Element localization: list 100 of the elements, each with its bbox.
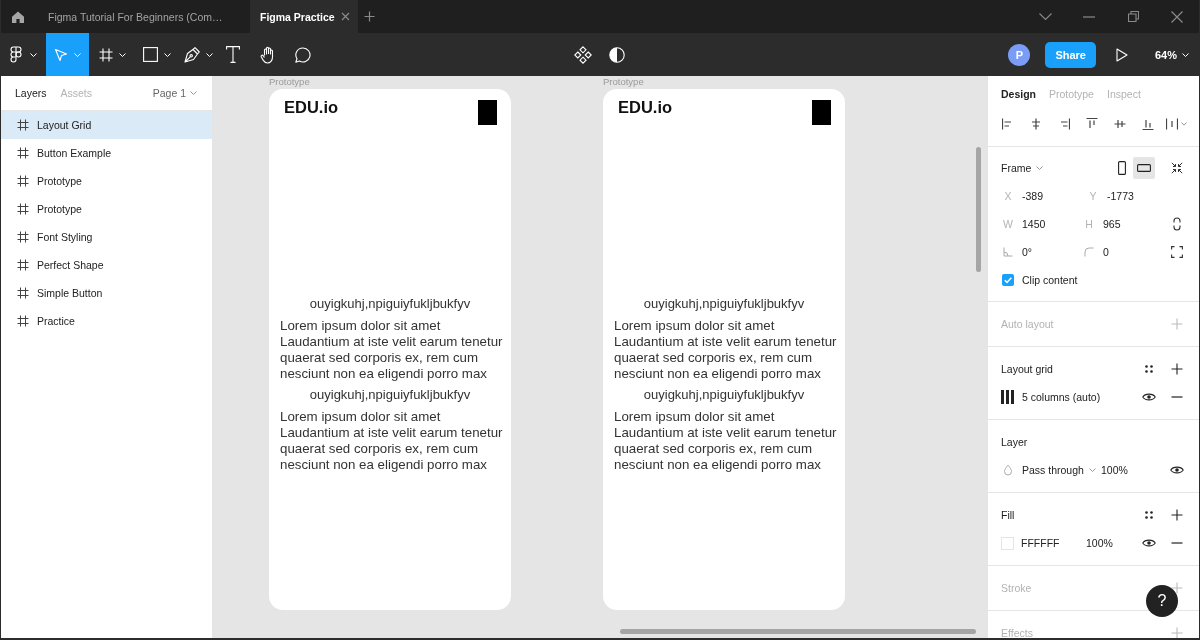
align-top-icon[interactable] [1086, 118, 1098, 130]
section-title: Layer [1001, 436, 1028, 448]
align-bottom-icon[interactable] [1142, 118, 1154, 130]
distribute-icon[interactable] [1165, 118, 1178, 130]
close-icon[interactable] [1171, 10, 1183, 23]
section-title: Layout grid [1001, 363, 1053, 375]
add-icon[interactable] [1171, 509, 1183, 521]
add-icon[interactable] [1171, 363, 1183, 375]
field-label: X [1003, 190, 1013, 202]
styles-icon[interactable] [1145, 511, 1153, 519]
page-dropdown[interactable]: Page 1 [152, 87, 197, 99]
columns-icon[interactable] [1001, 390, 1014, 404]
checkbox-label: Clip content [1022, 274, 1078, 286]
layer-item[interactable]: Layout Grid [1, 111, 212, 139]
caret-icon [190, 91, 197, 95]
number-field[interactable]: 965 [1103, 218, 1153, 230]
chevron-down-icon[interactable] [1038, 13, 1052, 20]
number-field[interactable]: -1773 [1107, 190, 1157, 202]
logo-text: EDU.io [284, 97, 339, 117]
resize-to-fit-icon[interactable] [1171, 162, 1183, 174]
frame-icon [17, 119, 29, 131]
heading-text: ouyigkuhj,npiguiyfukljbukfyv [308, 296, 472, 312]
layer-item[interactable]: Prototype [1, 167, 212, 195]
opacity-field[interactable]: 100% [1101, 464, 1128, 476]
layer-item[interactable]: Perfect Shape [1, 251, 212, 279]
layer-item[interactable]: Practice [1, 307, 212, 335]
minimize-icon[interactable] [1083, 15, 1095, 18]
layer-item[interactable]: Simple Button [1, 279, 212, 307]
panel-tab[interactable]: Layers [15, 87, 47, 99]
play-icon[interactable] [1115, 47, 1128, 62]
frame-icon [17, 287, 29, 299]
layer-item[interactable]: Font Styling [1, 223, 212, 251]
styles-icon[interactable] [1145, 365, 1153, 373]
home-icon[interactable] [11, 9, 25, 24]
logo-icon [10, 45, 22, 64]
section-title: Auto layout [1001, 318, 1054, 330]
align-center-icon[interactable] [1030, 118, 1042, 130]
contrast-icon[interactable] [609, 46, 625, 63]
field-label: W [1002, 218, 1014, 230]
layer-item[interactable]: Prototype [1, 195, 212, 223]
caret-icon [1036, 166, 1044, 170]
caret-icon[interactable] [1180, 122, 1187, 126]
rectangle-shape [478, 100, 497, 125]
help-button[interactable]: ? [1146, 585, 1178, 617]
corners-icon[interactable] [1171, 246, 1183, 258]
corner-radius-icon [1084, 247, 1094, 257]
rectangle-shape [812, 100, 831, 125]
number-field[interactable]: -389 [1022, 190, 1072, 202]
file-tab[interactable]: Figma Tutorial For Beginners (Com… [37, 0, 250, 33]
grid-label[interactable]: 5 columns (auto) [1022, 391, 1101, 403]
drop-icon [1003, 464, 1013, 476]
blend-mode-dropdown[interactable]: Pass through [1022, 464, 1101, 476]
horizontal-scrollbar[interactable] [620, 629, 976, 634]
frame-icon [17, 259, 29, 271]
angle-icon [1003, 247, 1013, 257]
opacity-field[interactable]: 100% [1086, 537, 1113, 549]
align-right-icon[interactable] [1058, 118, 1070, 130]
align-middle-icon[interactable] [1114, 118, 1126, 130]
frame-icon [17, 203, 29, 215]
component-icon[interactable] [574, 45, 592, 64]
checkbox[interactable] [1002, 274, 1014, 286]
layer-item[interactable]: Button Example [1, 139, 212, 167]
eye-icon[interactable] [1142, 392, 1156, 402]
file-tab[interactable]: Figma Practice [250, 0, 358, 33]
add-icon[interactable] [1171, 582, 1183, 594]
align-left-icon[interactable] [1002, 118, 1014, 130]
number-field[interactable]: 1450 [1022, 218, 1072, 230]
portrait-icon [1118, 161, 1126, 175]
caret-icon [1182, 52, 1189, 57]
vertical-scrollbar[interactable] [976, 147, 981, 272]
pen-icon [183, 46, 200, 63]
frame-icon [17, 175, 29, 187]
logo-text: EDU.io [618, 97, 673, 117]
body-text: Lorem ipsum dolor sit amet Laudantium at iste velit earum tenetur quaerat sed corporis ex, rem cum nesciunt non ea eligendi porro max [614, 409, 838, 473]
pointer-icon [54, 47, 68, 62]
close-icon[interactable] [340, 12, 350, 21]
number-field[interactable]: 0° [1022, 246, 1072, 258]
link-icon[interactable] [1173, 217, 1181, 231]
section-title: Effects [1001, 627, 1033, 638]
section-title: Fill [1001, 509, 1015, 521]
frame-icon [17, 147, 29, 159]
caret-icon [1088, 468, 1096, 472]
body-text: Lorem ipsum dolor sit amet Laudantium at iste velit earum tenetur quaerat sed corporis ex, rem cum nesciunt non ea eligendi porro max [280, 318, 504, 382]
panel-tab[interactable]: Design [1001, 87, 1036, 100]
eye-icon[interactable] [1170, 465, 1184, 475]
body-text: Lorem ipsum dolor sit amet Laudantium at iste velit earum tenetur quaerat sed corporis ex, rem cum nesciunt non ea eligendi porro max [280, 409, 504, 473]
zoom-dropdown[interactable]: 64% [1154, 48, 1189, 61]
restore-icon[interactable] [1127, 11, 1139, 22]
hex-field[interactable]: FFFFFF [1021, 537, 1086, 549]
eye-icon[interactable] [1142, 538, 1156, 548]
heading-text: ouyigkuhj,npiguiyfukljbukfyv [308, 387, 472, 403]
frame-dropdown[interactable]: Frame [1001, 162, 1044, 174]
heading-text: ouyigkuhj,npiguiyfukljbukfyv [642, 387, 806, 403]
phone-frame[interactable] [603, 89, 845, 610]
number-field[interactable]: 0 [1103, 246, 1153, 258]
frame-icon [17, 315, 29, 327]
orientation-button[interactable] [1133, 157, 1155, 179]
phone-frame[interactable] [269, 89, 511, 610]
color-swatch-icon[interactable] [1001, 536, 1014, 550]
rectangle-icon [142, 47, 158, 62]
